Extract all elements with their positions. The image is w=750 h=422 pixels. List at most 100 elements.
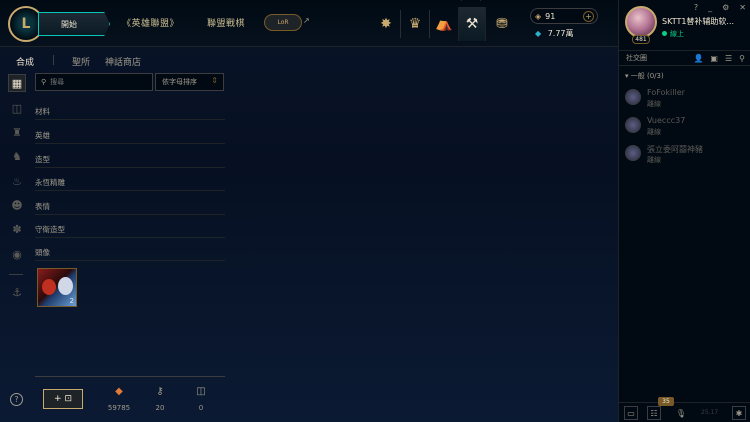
- bug-report-icon[interactable]: ✱: [732, 406, 746, 420]
- add-chest-button[interactable]: + ⊡: [43, 389, 83, 409]
- loot-item-icon-pack[interactable]: 2: [37, 268, 77, 307]
- keys: ⚷ 20: [140, 386, 180, 412]
- rp-balance: ◈ 91 +: [530, 8, 598, 24]
- client-window: L 開始 《英雄聯盟》 聯盟戰棋 LoR ↗ ✸ ♛ ⛺ ⚒ ⛃ ◈ 91 + …: [0, 0, 750, 422]
- profile-icon[interactable]: ♛: [401, 7, 429, 41]
- window-controls: ? _ ⚙ ✕: [694, 3, 746, 12]
- key-icon: ⚷: [156, 386, 164, 397]
- emote-icon[interactable]: ☻: [8, 196, 26, 214]
- summoner-name: SKTT1替补辅助软...: [662, 17, 735, 26]
- friend-avatar: [625, 117, 641, 133]
- collection-icon[interactable]: ⛺: [430, 7, 458, 41]
- add-friend-icon[interactable]: 👤: [693, 54, 703, 63]
- friend-item[interactable]: 張立委阿囍神豬 離線: [623, 141, 747, 167]
- divider: [9, 274, 23, 275]
- materials-icon[interactable]: ◫: [8, 99, 26, 117]
- version-label: 25.17: [701, 409, 719, 416]
- avatar[interactable]: [625, 6, 657, 38]
- friend-name: 張立委阿囍神豬: [647, 145, 703, 154]
- category-eternals[interactable]: 永恆精雕: [35, 177, 225, 191]
- friend-group-header[interactable]: ▾ 一般 (0/3): [625, 71, 664, 81]
- friend-avatar: [625, 145, 641, 161]
- orange-essence-icon: ◆: [115, 386, 123, 397]
- store-icon[interactable]: ⛃: [488, 7, 516, 41]
- help-button[interactable]: ?: [10, 393, 23, 406]
- friend-item[interactable]: Vueccc37 離線: [623, 113, 747, 139]
- anchor-icon[interactable]: ⚓: [8, 283, 26, 301]
- divider: [53, 55, 54, 65]
- lor-label: LoR: [277, 19, 289, 26]
- friend-status: 離線: [647, 100, 661, 108]
- chest-icon: ◫: [196, 386, 206, 397]
- level-badge: 481: [632, 35, 650, 44]
- friend-status: 離線: [647, 128, 661, 136]
- item-art: [42, 279, 56, 295]
- keys-value: 20: [155, 404, 165, 412]
- help-icon[interactable]: ?: [694, 3, 698, 12]
- rp-icon: ◈: [535, 11, 542, 21]
- search-icon[interactable]: ⚲: [739, 54, 745, 63]
- play-button[interactable]: 開始: [38, 12, 110, 36]
- sort-label: 依字母排序: [162, 78, 197, 86]
- ward-skin-icon[interactable]: ✽: [8, 220, 26, 238]
- friend-name: FoFokiller: [647, 88, 685, 97]
- icon-icon[interactable]: ◉: [8, 245, 26, 263]
- friend-avatar: [625, 89, 641, 105]
- buy-rp-button[interactable]: +: [583, 11, 594, 22]
- microphone-icon[interactable]: 🎙: [674, 406, 688, 420]
- divider: [35, 376, 225, 377]
- list-icon[interactable]: ☰: [725, 54, 732, 63]
- blue-essence-icon: ◆: [535, 29, 542, 38]
- status-indicator[interactable]: 線上: [662, 29, 684, 39]
- item-count: 2: [69, 297, 74, 305]
- top-navigation-bar: L 開始 《英雄聯盟》 聯盟戰棋 LoR ↗ ✸ ♛ ⛺ ⚒ ⛃ ◈ 91 + …: [0, 0, 618, 47]
- social-bottom-bar: ▭ ☷ 35 🎙 25.17 ✱: [619, 397, 750, 422]
- eternals-icon[interactable]: ♨: [8, 172, 26, 190]
- category-icons[interactable]: 頭像: [35, 247, 225, 261]
- status-text: 線上: [670, 30, 684, 38]
- friend-item[interactable]: FoFokiller 離線: [623, 85, 747, 111]
- notification-badge: 35: [658, 397, 674, 406]
- category-champions[interactable]: 英雄: [35, 130, 225, 144]
- nav-tft[interactable]: 聯盟戰棋: [207, 16, 245, 29]
- search-icon: ⚲: [41, 78, 47, 86]
- search-input[interactable]: [50, 78, 141, 86]
- category-skins[interactable]: 造型: [35, 154, 225, 168]
- orange-essence: ◆ 59785: [99, 386, 139, 412]
- orange-essence-value: 59785: [107, 404, 131, 412]
- add-folder-icon[interactable]: ▣: [710, 54, 718, 63]
- settings-icon[interactable]: ⚙: [722, 3, 729, 12]
- friend-status: 離線: [647, 156, 661, 164]
- home-icon[interactable]: ✸: [372, 7, 400, 41]
- social-tools: 👤 ▣ ☰ ⚲: [693, 54, 745, 63]
- add-label: +: [53, 394, 62, 404]
- category-ward-skins[interactable]: 守衛造型: [35, 224, 225, 238]
- grid-all-icon[interactable]: ▦: [8, 74, 26, 92]
- tab-mythic-shop[interactable]: 神話商店: [105, 55, 141, 68]
- category-materials[interactable]: 材料: [35, 106, 225, 120]
- rp-value: 91: [545, 11, 556, 21]
- search-field[interactable]: ⚲: [35, 73, 153, 91]
- missions-icon[interactable]: ☷: [647, 406, 661, 420]
- chests-value: 0: [198, 404, 204, 412]
- category-emotes[interactable]: 表情: [35, 201, 225, 215]
- chat-icon[interactable]: ▭: [624, 406, 638, 420]
- lor-button[interactable]: LoR: [264, 14, 302, 31]
- tab-sanctum[interactable]: 聖所: [72, 55, 90, 68]
- nav-league-of-legends[interactable]: 《英雄聯盟》: [122, 16, 179, 29]
- item-art: [58, 277, 73, 295]
- champion-icon[interactable]: ♜: [8, 123, 26, 141]
- minimize-icon[interactable]: _: [708, 3, 712, 12]
- close-icon[interactable]: ✕: [739, 3, 746, 12]
- skin-icon[interactable]: ♞: [8, 147, 26, 165]
- social-panel: ? _ ⚙ ✕ 481 SKTT1替补辅助软... 線上 社交圈 👤 ▣ ☰ ⚲…: [618, 0, 750, 422]
- loot-icon[interactable]: ⚒: [458, 7, 486, 41]
- chests: ◫ 0: [181, 386, 221, 412]
- sort-dropdown[interactable]: 依字母排序 ⇕: [155, 73, 224, 91]
- be-value: 7.77萬: [547, 29, 574, 38]
- online-dot-icon: [662, 31, 667, 36]
- tab-crafting[interactable]: 合成: [16, 55, 34, 68]
- be-balance: ◆ 7.77萬: [535, 28, 574, 39]
- chevron-updown-icon: ⇕: [211, 76, 218, 85]
- friend-name: Vueccc37: [647, 116, 686, 125]
